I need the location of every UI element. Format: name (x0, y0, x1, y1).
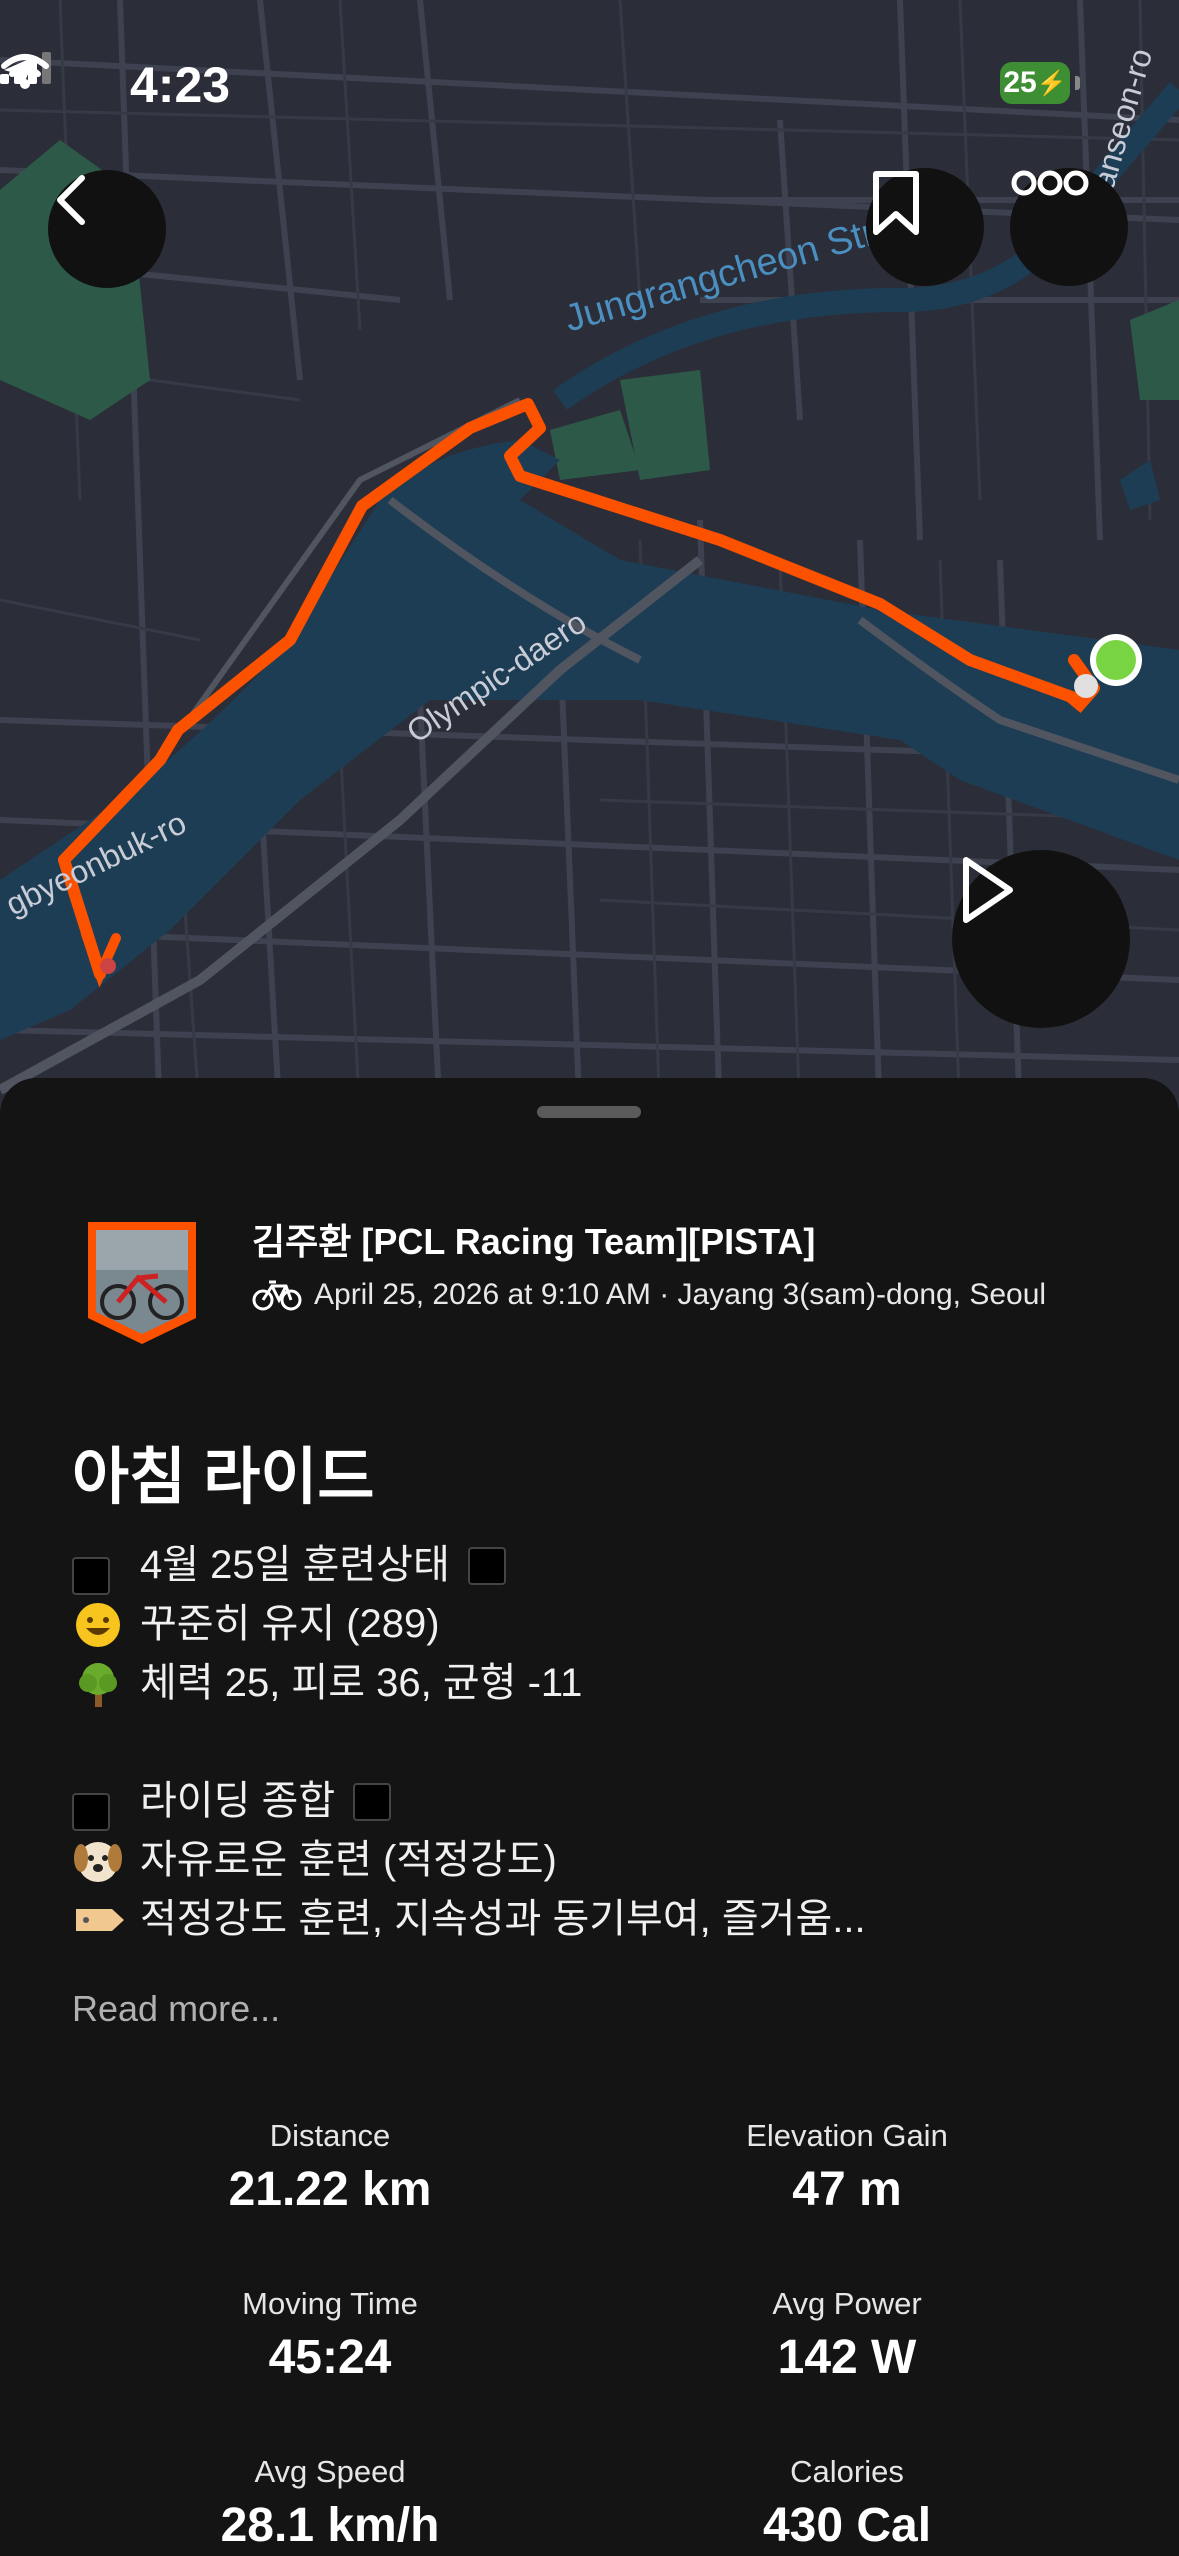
tree-icon (79, 1662, 117, 1707)
stat-label: Avg Power (772, 2286, 922, 2321)
bookmark-button[interactable] (866, 168, 984, 286)
athlete-avatar[interactable] (84, 1218, 200, 1348)
battery-indicator: 25 ⚡ (1000, 62, 1080, 104)
description-text: 4월 25일 훈련상태 (140, 1543, 450, 1587)
more-options-button[interactable] (1010, 168, 1128, 286)
description-line: 체력 25, 피로 36, 균형 -11 (72, 1654, 1112, 1713)
stat-label: Distance (269, 2118, 391, 2153)
smiley-icon (76, 1602, 120, 1647)
description-line: 꾸준히 유지 (289) (72, 1595, 1112, 1654)
description-text: 라이딩 종합 (140, 1779, 336, 1823)
play-icon (963, 857, 1013, 923)
stat-label: Elevation Gain (746, 2118, 948, 2153)
status-bar: 4:23 25 ⚡ (0, 52, 1179, 122)
stat-label: Moving Time (242, 2286, 418, 2321)
wifi-icon (1, 54, 49, 89)
stat-value: 21.22 km (228, 2163, 432, 2216)
stat-value: 45:24 (268, 2331, 392, 2384)
activity-sheet: 김주환 [PCL Racing Team][PISTA] April 25, 2… (0, 1078, 1179, 2556)
description-blank-line (72, 1713, 1112, 1772)
back-button[interactable] (48, 170, 166, 288)
description-line: 자유로운 훈련 (적정강도) (72, 1831, 1112, 1890)
black-square-icon (467, 1546, 506, 1585)
status-time: 4:23 (130, 57, 231, 113)
chevron-left-icon (57, 175, 85, 225)
sheet-drag-handle[interactable] (537, 1106, 641, 1118)
stat-distance: Distance 21.22 km (80, 2118, 580, 2217)
stat-value: 28.1 km/h (220, 2499, 440, 2552)
activity-title: 아침 라이드 (72, 1443, 375, 1512)
play-flyover-button[interactable] (952, 850, 1130, 1028)
black-square-icon (72, 1777, 126, 1831)
stat-value: 142 W (777, 2331, 917, 2384)
read-more-link[interactable]: Read more... (72, 1988, 280, 2030)
charging-icon: ⚡ (1036, 69, 1067, 97)
stat-avg-speed: Avg Speed 28.1 km/h (80, 2454, 580, 2553)
description-text: 꾸준히 유지 (289) (140, 1602, 440, 1646)
description-text: 체력 25, 피로 36, 균형 -11 (140, 1661, 583, 1705)
activity-date-location: April 25, 2026 at 9:10 AM · Jayang 3(sam… (314, 1278, 1047, 1311)
description-text: 적정강도 훈련, 지속성과 동기부여, 즐거움... (140, 1897, 866, 1941)
stat-elevation-gain: Elevation Gain 47 m (597, 2118, 1097, 2217)
activity-meta: April 25, 2026 at 9:10 AM · Jayang 3(sam… (252, 1278, 1046, 1312)
black-square-icon (72, 1541, 126, 1595)
stat-calories: Calories 430 Cal (597, 2454, 1097, 2553)
stat-moving-time: Moving Time 45:24 (80, 2286, 580, 2385)
description-line: 라이딩 종합 (72, 1772, 1112, 1831)
black-square-icon (353, 1782, 392, 1821)
athlete-name[interactable]: 김주환 [PCL Racing Team][PISTA] (252, 1213, 815, 1265)
tag-icon (76, 1908, 124, 1931)
description-line: 4월 25일 훈련상태 (72, 1536, 1112, 1595)
dog-icon (74, 1841, 122, 1882)
bike-icon (252, 1280, 302, 1311)
description-line: 적정강도 훈련, 지속성과 동기부여, 즐거움... (72, 1890, 1112, 1949)
stat-avg-power: Avg Power 142 W (597, 2286, 1097, 2385)
more-dots-icon (1011, 170, 1089, 196)
stat-label: Calories (790, 2454, 904, 2489)
bookmark-icon (873, 171, 919, 235)
battery-level: 25 (1003, 66, 1037, 99)
route-map[interactable]: Jungrangcheon Stream Olympic-daero gbyeo… (0, 0, 1179, 1120)
stat-value: 47 m (792, 2163, 902, 2216)
activity-description: 4월 25일 훈련상태 꾸준히 유지 (289) 체력 25, 피로 36, 균… (72, 1536, 1112, 1949)
description-text: 자유로운 훈련 (적정강도) (140, 1838, 557, 1882)
stat-value: 430 Cal (762, 2499, 932, 2552)
stat-label: Avg Speed (254, 2454, 406, 2489)
